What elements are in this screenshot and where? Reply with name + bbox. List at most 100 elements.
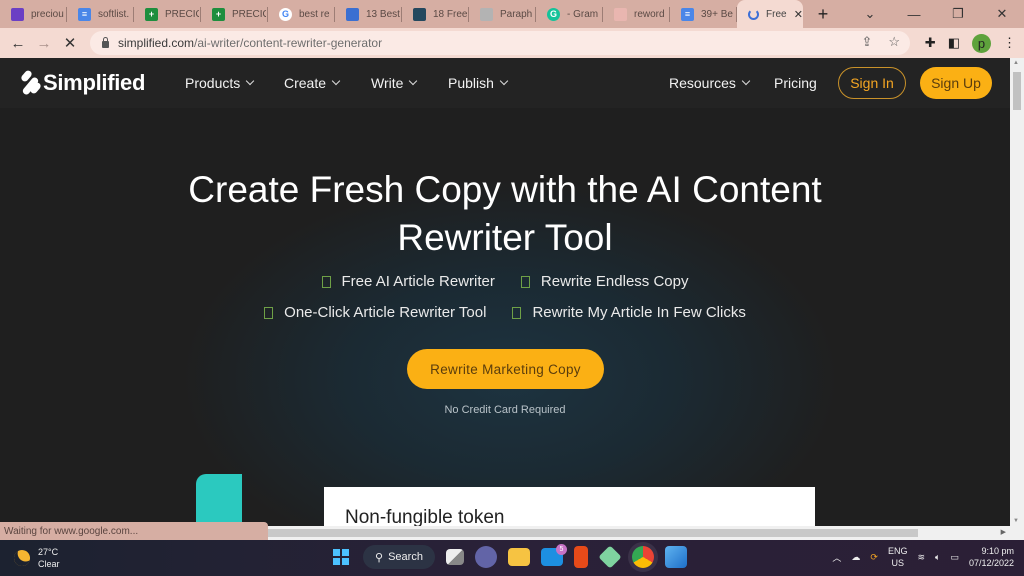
image-icon	[413, 7, 426, 21]
close-window-button[interactable]: ✕	[980, 6, 1024, 22]
windows-taskbar: 27°C Clear ⚲ Search 5 ︿ ☁ ⟳ ENG US ≋ 🔈︎ ▭	[0, 540, 1024, 576]
forward-button[interactable]: →	[31, 35, 57, 52]
docs-icon: ≡	[78, 7, 91, 21]
weather-widget[interactable]: 27°C Clear	[11, 546, 60, 570]
minimize-button[interactable]: —	[892, 7, 936, 22]
app-diamond-icon[interactable]	[598, 545, 622, 569]
close-tab-icon[interactable]: ✕	[794, 8, 803, 21]
chevron-down-icon	[499, 76, 509, 86]
vertical-scrollbar[interactable]: ▲ ▼	[1010, 58, 1024, 526]
sign-up-button[interactable]: Sign Up	[920, 67, 992, 99]
tab-title: 18 Free	[433, 8, 467, 20]
logo-mark-icon	[18, 69, 43, 96]
sign-in-button[interactable]: Sign In	[838, 67, 906, 99]
browser-tab[interactable]: + PRECIO	[134, 0, 201, 28]
restore-button[interactable]: ❐	[936, 6, 980, 22]
language-indicator[interactable]: ENG US	[888, 545, 908, 569]
browser-tab[interactable]: 13 Best	[335, 0, 402, 28]
browser-tab[interactable]: reword	[603, 0, 670, 28]
taskbar-search[interactable]: ⚲ Search	[363, 545, 435, 569]
brand-name: Simplified	[43, 70, 146, 95]
vertical-scroll-thumb[interactable]	[1013, 72, 1021, 110]
lock-icon	[102, 36, 109, 48]
browser-tab[interactable]: ≡ softlist.	[67, 0, 134, 28]
browser-tab-active[interactable]: Free ✕	[737, 0, 803, 28]
search-icon: ⚲	[375, 551, 384, 564]
share-icon[interactable]: ⇪	[861, 34, 872, 50]
google-icon: G	[279, 7, 292, 21]
clock[interactable]: 9:10 pm 07/12/2022	[969, 545, 1014, 569]
address-bar[interactable]: simplified.com/ai-writer/content-rewrite…	[90, 31, 910, 55]
tab-title: - Gram	[567, 8, 599, 20]
scroll-up-arrow-icon[interactable]: ▲	[1013, 60, 1019, 66]
browser-tab[interactable]: preciou	[0, 0, 67, 28]
browser-tab[interactable]: Paraph	[469, 0, 536, 28]
web-page: Simplified Products Create Write Publish…	[0, 58, 1010, 526]
tab-title: preciou	[31, 8, 64, 20]
tab-title: PRECIO	[165, 8, 199, 20]
no-credit-card-note: No Credit Card Required	[444, 404, 566, 416]
bookmark-star-icon[interactable]: ☆	[888, 34, 900, 50]
side-panel-icon[interactable]: ◧	[948, 35, 960, 51]
checkbox-icon	[321, 275, 331, 288]
nav-products[interactable]: Products	[185, 75, 255, 91]
chrome-icon[interactable]	[632, 546, 654, 568]
wifi-icon[interactable]: ≋	[917, 552, 925, 563]
nav-pricing[interactable]: Pricing	[774, 75, 817, 91]
task-view-icon[interactable]	[446, 549, 464, 565]
simplified-logo[interactable]: Simplified	[18, 69, 146, 96]
volume-icon[interactable]: 🔈︎	[935, 552, 940, 563]
back-button[interactable]: ←	[5, 35, 31, 52]
menu-kebab-icon[interactable]: ⋮	[1003, 35, 1016, 51]
browser-tab[interactable]: G - Gram	[536, 0, 603, 28]
url-path: /ai-writer/content-rewriter-generator	[194, 36, 383, 50]
extension-area: ✚ ◧ p ⋮	[925, 28, 1016, 58]
nav-create[interactable]: Create	[284, 75, 341, 91]
tab-title: PRECIO	[232, 8, 266, 20]
chevron-down-icon	[741, 76, 751, 86]
windows-start-icon[interactable]	[330, 546, 352, 568]
feature-item: Free AI Article Rewriter	[321, 273, 495, 290]
feature-row-1: Free AI Article Rewriter Rewrite Endless…	[0, 273, 1010, 290]
scroll-down-arrow-icon[interactable]: ▼	[1013, 518, 1019, 524]
browser-toolbar: ← → ✕ simplified.com/ai-writer/content-r…	[0, 28, 1024, 58]
nav-write[interactable]: Write	[371, 75, 418, 91]
extensions-puzzle-icon[interactable]: ✚	[925, 35, 936, 51]
horizontal-scroll-thumb[interactable]	[268, 529, 918, 537]
hero-title: Create Fresh Copy with the AI Content Re…	[188, 169, 822, 258]
url-domain: simplified.com	[118, 36, 195, 50]
file-explorer-icon[interactable]	[508, 548, 530, 566]
sheets-icon: +	[145, 7, 158, 21]
scroll-right-arrow-icon[interactable]: ▶	[1001, 528, 1006, 536]
nav-publish[interactable]: Publish	[448, 75, 509, 91]
feature-item: One-Click Article Rewriter Tool	[264, 304, 486, 321]
chevron-down-icon	[331, 76, 341, 86]
tab-title: softlist.	[98, 8, 130, 20]
rewrite-marketing-copy-button[interactable]: Rewrite Marketing Copy	[407, 349, 604, 389]
preview-card: Non-fungible token	[324, 487, 815, 526]
browser-tab[interactable]: 18 Free	[402, 0, 469, 28]
window-controls: ⌄ — ❐ ✕	[848, 0, 1024, 28]
sheets-icon: +	[212, 7, 225, 21]
teams-chat-icon[interactable]	[475, 546, 497, 568]
profile-avatar[interactable]: p	[972, 33, 991, 53]
show-hidden-icons-chevron[interactable]: ︿	[832, 551, 841, 564]
checkbox-icon	[520, 275, 530, 288]
mail-icon[interactable]: 5	[541, 544, 567, 566]
photos-icon[interactable]	[665, 546, 687, 568]
nav-resources[interactable]: Resources	[669, 75, 751, 91]
new-tab-button[interactable]: +	[809, 0, 837, 28]
office-icon[interactable]	[574, 546, 588, 568]
onedrive-cloud-icon[interactable]: ☁	[851, 552, 860, 563]
loading-icon	[748, 8, 759, 20]
sync-icon[interactable]: ⟳	[870, 552, 878, 563]
stop-loading-button[interactable]: ✕	[57, 34, 83, 52]
decorative-teal-shape	[196, 474, 242, 526]
tab-search-button[interactable]: ⌄	[848, 6, 892, 22]
browser-tab[interactable]: Gbest re	[268, 0, 335, 28]
browser-tab[interactable]: ≡ 39+ Be	[670, 0, 737, 28]
chevron-down-icon	[246, 76, 255, 86]
chevron-down-icon	[409, 76, 418, 86]
browser-tab[interactable]: + PRECIO	[201, 0, 268, 28]
battery-icon[interactable]: ▭	[950, 552, 959, 563]
